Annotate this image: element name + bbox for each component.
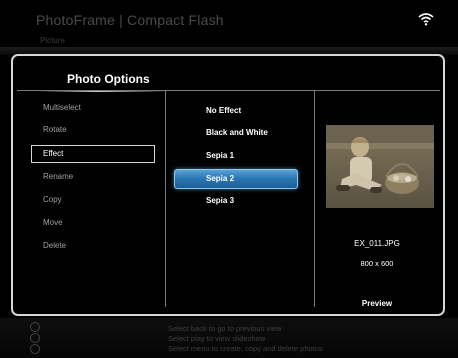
hint-list: Select back to go to previous view Selec… [168,324,323,354]
effects-panel: No Effect Black and White Sepia 1 Sepia … [165,90,315,307]
background-title: PhotoFrame | Compact Flash [36,12,224,28]
dialog-title: Photo Options [67,72,150,86]
remote-control-icon [26,322,60,354]
photo-options-dialog: Photo Options Multiselect Rotate Effect … [11,54,445,316]
effect-sepia-2[interactable]: Sepia 2 [206,174,234,183]
option-multiselect[interactable]: Multiselect [43,103,81,112]
option-move[interactable]: Move [43,218,63,227]
photo-thumbnail [326,125,434,208]
hint-menu: Select menu to create, copy and delete p… [168,344,323,353]
option-rotate[interactable]: Rotate [43,125,67,134]
preview-panel: EX_011.JPG 800 x 600 Preview [314,90,440,308]
option-effect[interactable]: Effect [43,149,63,158]
effect-sepia-3[interactable]: Sepia 3 [206,196,234,205]
option-rename[interactable]: Rename [43,172,73,181]
wifi-icon [418,12,434,26]
option-copy[interactable]: Copy [43,195,62,204]
file-resolution: 800 x 600 [360,259,394,268]
hint-play: Select play to view slideshow [168,334,266,343]
background-subtitle: Picture [40,36,65,45]
option-delete[interactable]: Delete [43,241,66,250]
effect-black-and-white[interactable]: Black and White [206,128,268,137]
background-footer: Select back to go to previous view Selec… [0,318,458,358]
options-panel: Multiselect Rotate Effect Rename Copy Mo… [17,90,165,307]
effect-no-effect[interactable]: No Effect [206,106,241,115]
effect-sepia-1[interactable]: Sepia 1 [206,151,234,160]
effect-selection-highlight [174,169,298,189]
file-name: EX_011.JPG [354,239,400,248]
hint-back: Select back to go to previous view [168,324,282,333]
preview-button[interactable]: Preview [314,299,440,308]
